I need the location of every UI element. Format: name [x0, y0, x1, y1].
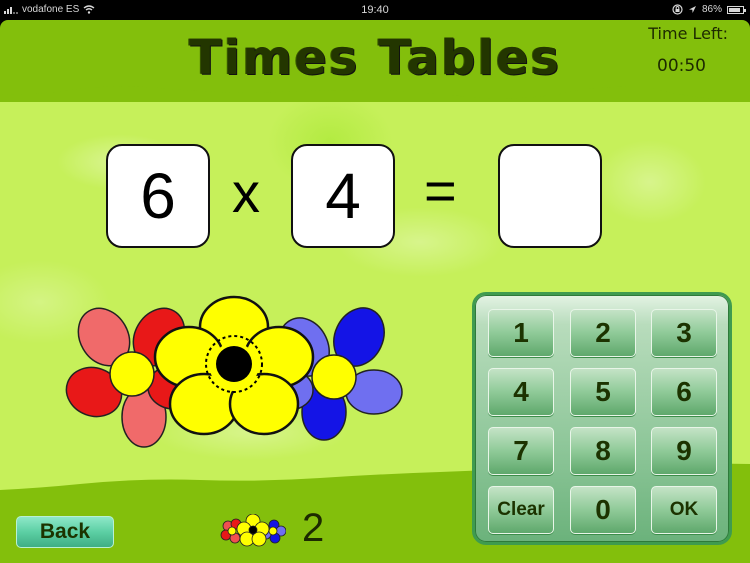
key-3[interactable]: 3: [651, 309, 717, 357]
key-9[interactable]: 9: [651, 427, 717, 475]
status-time: 19:40: [361, 4, 389, 16]
flowers-icon: [220, 514, 286, 547]
battery-icon: [727, 5, 746, 14]
key-4[interactable]: 4: [488, 368, 554, 416]
key-7[interactable]: 7: [488, 427, 554, 475]
key-8[interactable]: 8: [570, 427, 636, 475]
page-title: Times Tables: [189, 30, 561, 86]
battery-percent: 86%: [701, 4, 722, 15]
back-button[interactable]: Back: [16, 516, 114, 548]
key-5[interactable]: 5: [570, 368, 636, 416]
status-bar: vodafone ES 19:40 86%: [0, 0, 750, 20]
header-wave: [0, 80, 750, 102]
number-keypad: 1 2 3 4 5 6 7 8 9 Clear 0 OK: [472, 292, 732, 545]
flowers-illustration: [65, 295, 403, 448]
key-6[interactable]: 6: [651, 368, 717, 416]
key-1[interactable]: 1: [488, 309, 554, 357]
app-window: Times Tables Time Left: 00:50 6 x 4 = 1 …: [0, 20, 750, 563]
status-right: 86%: [672, 4, 746, 15]
time-left-label: Time Left:: [648, 24, 728, 43]
answer-box[interactable]: [498, 144, 602, 248]
key-2[interactable]: 2: [570, 309, 636, 357]
key-clear[interactable]: Clear: [488, 486, 554, 534]
key-0[interactable]: 0: [570, 486, 636, 534]
score-value: 2: [302, 506, 325, 550]
location-icon: [688, 6, 696, 13]
orientation-lock-icon: [672, 4, 683, 15]
time-left-value: 00:50: [657, 56, 706, 76]
equals-sign: =: [424, 159, 457, 222]
key-ok[interactable]: OK: [651, 486, 717, 534]
battery-fill: [729, 7, 740, 12]
operand-a-box: 6: [106, 144, 210, 248]
multiply-sign: x: [232, 161, 260, 224]
operand-b-box: 4: [291, 144, 395, 248]
